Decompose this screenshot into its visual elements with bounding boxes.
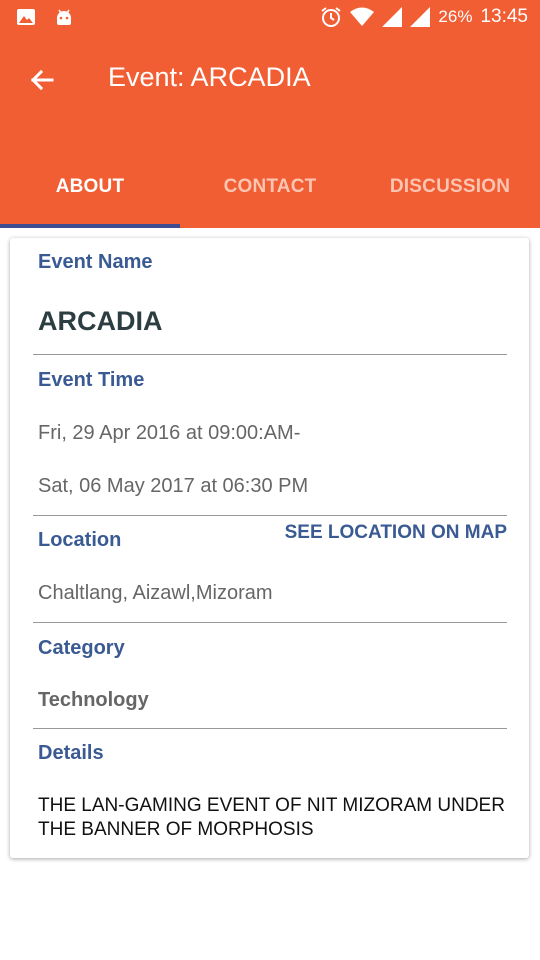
arrow-back-icon[interactable] xyxy=(26,64,58,96)
tab-indicator xyxy=(0,224,180,228)
image-icon xyxy=(16,7,36,32)
see-location-on-map-link[interactable]: SEE LOCATION ON MAP xyxy=(285,522,507,544)
system-status: 26% 13:45 xyxy=(320,6,528,28)
event-time-label: Event Time xyxy=(38,369,145,391)
status-bar: 26% 13:45 xyxy=(0,0,540,36)
category-label: Category xyxy=(38,637,125,659)
event-time-end: Sat, 06 May 2017 at 06:30 PM xyxy=(38,475,309,497)
app-bar: Event: ARCADIA ABOUT CONTACT DISCUSSION xyxy=(0,36,540,228)
divider xyxy=(33,728,507,729)
battery-level: 26% xyxy=(438,7,473,26)
event-time-start: Fri, 29 Apr 2016 at 09:00:AM- xyxy=(38,422,301,444)
clock: 13:45 xyxy=(480,6,528,27)
event-details-card: Event Name ARCADIA Event Time Fri, 29 Ap… xyxy=(10,238,529,858)
tab-about[interactable]: ABOUT xyxy=(0,176,180,198)
details-label: Details xyxy=(38,742,104,764)
location-value: Chaltlang, Aizawl,Mizoram xyxy=(38,582,273,604)
android-icon xyxy=(54,7,74,32)
divider xyxy=(33,622,507,623)
notification-icons xyxy=(16,7,74,32)
wifi-icon xyxy=(350,7,375,27)
tab-contact[interactable]: CONTACT xyxy=(180,176,360,198)
signal-icon xyxy=(382,7,403,27)
page-title: Event: ARCADIA xyxy=(108,62,311,92)
event-name: ARCADIA xyxy=(38,306,163,336)
divider xyxy=(33,354,507,355)
divider xyxy=(33,515,507,516)
alarm-icon xyxy=(320,6,342,28)
event-name-label: Event Name xyxy=(38,251,153,273)
category-value: Technology xyxy=(38,689,149,711)
signal-icon xyxy=(410,7,431,27)
details-value: THE LAN-GAMING EVENT OF NIT MIZORAM UNDE… xyxy=(38,795,505,840)
location-label: Location xyxy=(38,529,122,551)
tab-bar: ABOUT CONTACT DISCUSSION xyxy=(0,150,540,228)
tab-discussion[interactable]: DISCUSSION xyxy=(360,176,540,198)
